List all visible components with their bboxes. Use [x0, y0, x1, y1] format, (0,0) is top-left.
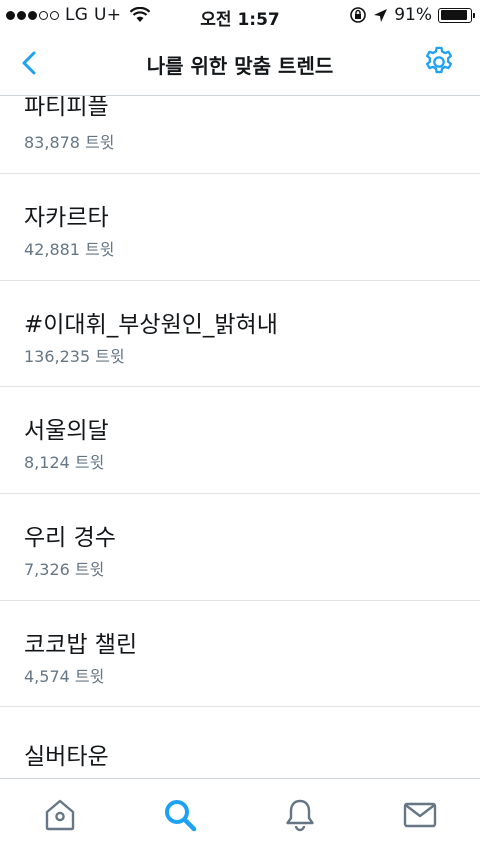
- home-tab[interactable]: [42, 797, 78, 833]
- rotation-lock-icon: [350, 7, 367, 23]
- trend-name: 서울의달: [24, 418, 109, 444]
- battery-percent: 91%: [394, 5, 432, 25]
- messages-tab[interactable]: [402, 797, 438, 833]
- trend-item[interactable]: 코코밥 챌린 4,574 트윗: [0, 601, 480, 707]
- trend-name: 자카르타: [24, 205, 109, 231]
- trend-item[interactable]: 파티피플 83,878 트윗: [0, 96, 480, 174]
- trend-item[interactable]: 자카르타 42,881 트윗: [0, 174, 480, 281]
- trend-name: 코코밥 챌린: [24, 632, 138, 658]
- tab-bar: [0, 778, 480, 852]
- status-bar: LG U+ 오전 1:57 91%: [0, 0, 480, 34]
- home-icon: [45, 799, 75, 831]
- mail-icon: [403, 802, 437, 828]
- search-tab[interactable]: [162, 797, 198, 833]
- page-title: 나를 위한 맞춤 트렌드: [146, 54, 334, 78]
- tweet-count: 8,124 트윗: [24, 453, 105, 472]
- trend-name: 실버타운: [24, 744, 109, 770]
- trend-item[interactable]: 실버타운: [0, 707, 480, 778]
- navigation-bar: 나를 위한 맞춤 트렌드: [0, 34, 480, 96]
- trend-name: 우리 경수: [24, 525, 116, 551]
- trend-name: 파티피플: [24, 96, 109, 120]
- bell-icon: [286, 799, 314, 832]
- settings-gear-button[interactable]: [422, 45, 456, 79]
- tweet-count: 136,235 트윗: [24, 347, 125, 366]
- notifications-tab[interactable]: [282, 797, 318, 833]
- tweet-count: 4,574 트윗: [24, 667, 105, 686]
- tweet-count: 7,326 트윗: [24, 560, 105, 579]
- trend-name: #이대휘_부상원인_밝혀내: [24, 312, 278, 338]
- battery-icon: [438, 7, 475, 23]
- tweet-count: 83,878 트윗: [24, 133, 115, 152]
- tweet-count: 42,881 트윗: [24, 240, 115, 259]
- trend-item[interactable]: 우리 경수 7,326 트윗: [0, 494, 480, 601]
- trend-item[interactable]: #이대휘_부상원인_밝혀내 136,235 트윗: [0, 281, 480, 387]
- location-arrow-icon: [374, 8, 388, 22]
- battery-level: [440, 10, 467, 20]
- trends-list: 파티피플 83,878 트윗 자카르타 42,881 트윗 #이대휘_부상원인_…: [0, 96, 480, 778]
- search-icon: [165, 800, 197, 832]
- trend-item[interactable]: 서울의달 8,124 트윗: [0, 387, 480, 494]
